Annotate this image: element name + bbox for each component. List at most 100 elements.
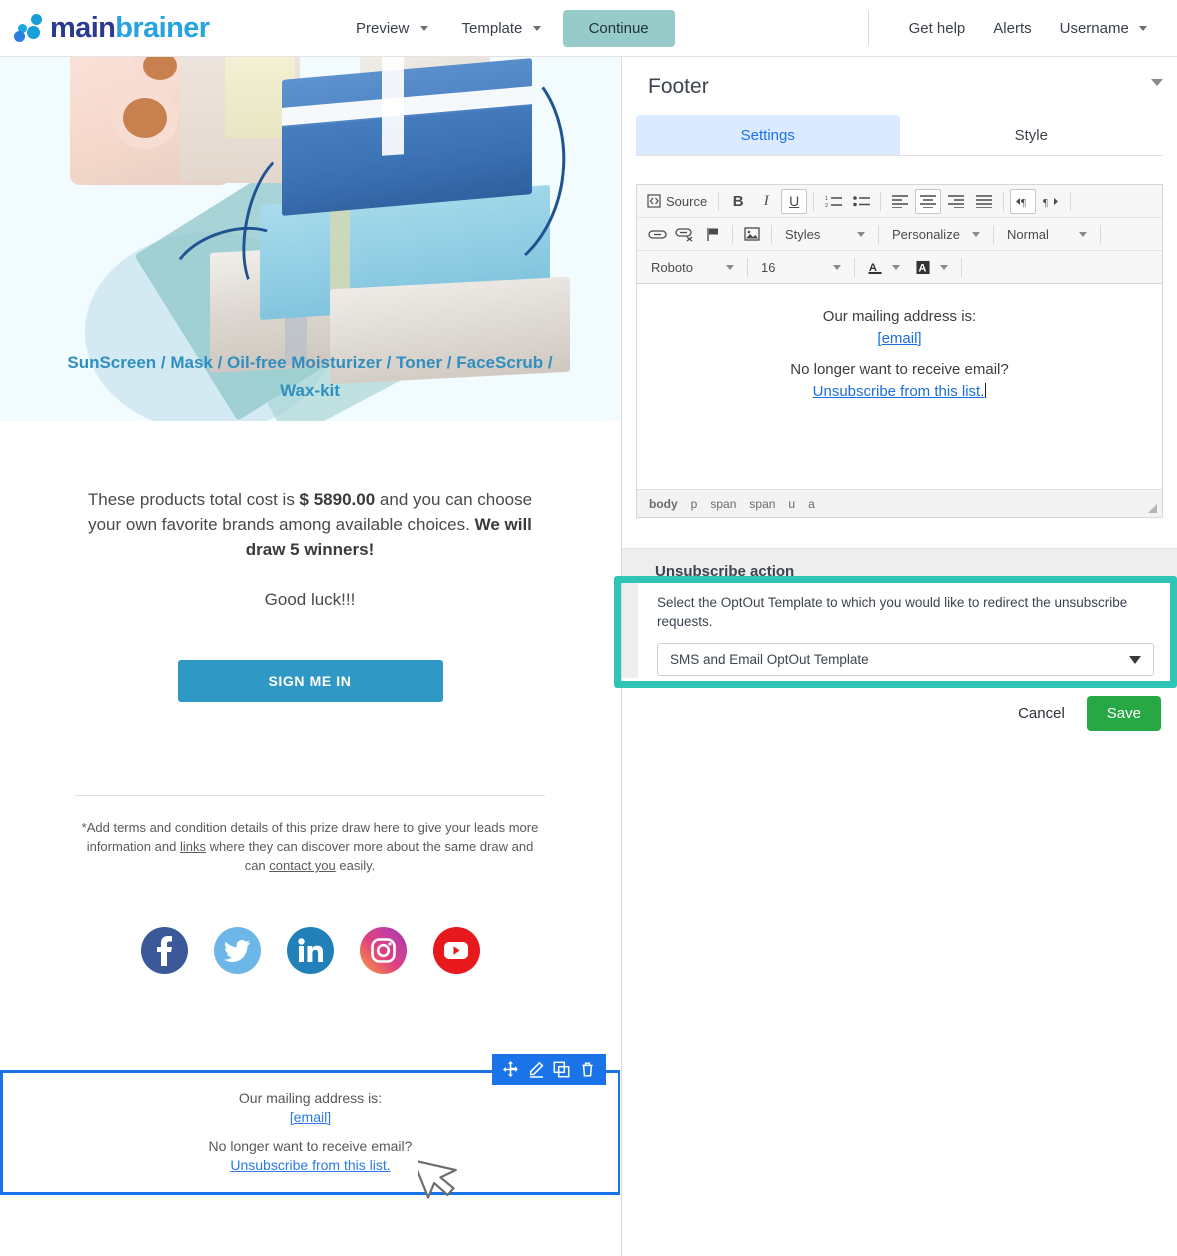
linkedin-icon[interactable]: [286, 927, 334, 974]
bold-icon[interactable]: B: [725, 189, 751, 214]
svg-text:¶: ¶: [1021, 197, 1026, 208]
move-icon[interactable]: [502, 1061, 519, 1078]
svg-text:1: 1: [825, 196, 828, 202]
continue-button[interactable]: Continue: [562, 9, 675, 47]
footer-mailing-address-label: Our mailing address is:: [238, 1090, 383, 1106]
chevron-down-icon: [419, 26, 428, 32]
element-path-body[interactable]: body: [649, 497, 678, 511]
text-direction-rtl-icon[interactable]: ¶: [1038, 189, 1064, 214]
background-color-dropdown[interactable]: A: [910, 255, 954, 280]
tab-style[interactable]: Style: [900, 115, 1164, 155]
element-path-p[interactable]: p: [691, 497, 698, 511]
svg-text:A: A: [918, 262, 926, 274]
svg-text:A: A: [869, 261, 877, 273]
toolbar-separator: [993, 224, 994, 244]
optout-template-select[interactable]: SMS and Email OptOut Template: [657, 643, 1154, 676]
editor-element-path: body p span span u a: [637, 489, 1162, 517]
selected-footer-block[interactable]: Our mailing address is: [email] No longe…: [0, 1070, 620, 1195]
toolbar-separator: [718, 191, 720, 211]
nav-item-get-help[interactable]: Get help: [897, 12, 978, 45]
element-path-span-2[interactable]: span: [749, 497, 775, 511]
image-icon[interactable]: [739, 222, 765, 247]
save-button[interactable]: Save: [1086, 696, 1161, 731]
instagram-icon[interactable]: [359, 927, 407, 974]
align-justify-icon[interactable]: [971, 189, 997, 214]
brand-logo[interactable]: mainbrainer: [14, 12, 344, 45]
section-divider: [75, 795, 545, 796]
anchor-flag-icon[interactable]: [700, 222, 726, 247]
product-list-text: SunScreen / Mask / Oil-free Moisturizer …: [67, 353, 553, 400]
footer-email-link[interactable]: [email]: [290, 1109, 331, 1125]
brand-name-sub: brainer: [115, 11, 210, 44]
personalize-dropdown[interactable]: Personalize: [886, 222, 986, 247]
align-center-icon[interactable]: [915, 188, 942, 214]
brand-name-main: main: [50, 11, 116, 44]
terms-link-links[interactable]: links: [180, 839, 206, 854]
edit-icon[interactable]: [528, 1061, 545, 1078]
element-path-a[interactable]: a: [808, 497, 815, 511]
font-family-dropdown[interactable]: Roboto: [645, 255, 740, 280]
rich-text-editor[interactable]: Source B I U 12 ¶ ¶ Styles Personalize N…: [636, 184, 1163, 518]
logo-dots-icon: [14, 13, 48, 43]
source-button[interactable]: Source: [643, 194, 713, 209]
primary-nav: Preview Template Continue: [344, 9, 675, 47]
unlink-icon[interactable]: [672, 222, 698, 247]
styles-dropdown[interactable]: Styles: [779, 222, 871, 247]
panel-action-buttons: Cancel Save: [622, 678, 1177, 731]
mouse-cursor: [411, 1150, 466, 1205]
toolbar-separator: [1003, 191, 1005, 211]
unsubscribe-action-section: Unsubscribe action Select the OptOut Tem…: [622, 548, 1177, 678]
nav-item-preview-label: Preview: [356, 19, 410, 37]
editor-content-area[interactable]: Our mailing address is: [email] No longe…: [637, 284, 1162, 489]
svg-text:2: 2: [825, 203, 828, 208]
panel-scroll-caret-icon[interactable]: [1151, 79, 1163, 86]
paragraph-format-dropdown[interactable]: Normal: [1001, 222, 1093, 247]
element-path-span-1[interactable]: span: [710, 497, 736, 511]
font-size-dropdown[interactable]: 16: [755, 255, 847, 280]
delete-icon[interactable]: [579, 1061, 596, 1078]
nav-item-preview[interactable]: Preview: [344, 12, 440, 45]
nav-item-alerts[interactable]: Alerts: [981, 12, 1043, 45]
toolbar-separator: [1070, 191, 1072, 211]
nav-item-username[interactable]: Username: [1048, 12, 1159, 45]
terms-paragraph: *Add terms and condition details of this…: [0, 818, 620, 875]
email-body-paragraph: These products total cost is $ 5890.00 a…: [0, 487, 620, 562]
paragraph-format-label: Normal: [1007, 226, 1049, 242]
numbered-list-icon[interactable]: 12: [820, 189, 846, 214]
twitter-icon[interactable]: [213, 927, 261, 974]
editor-spacer: [657, 350, 1142, 359]
link-icon[interactable]: [644, 222, 670, 247]
brand-wordmark: mainbrainer: [50, 11, 210, 45]
align-left-icon[interactable]: [887, 189, 913, 214]
text-direction-ltr-icon[interactable]: ¶: [1010, 188, 1037, 214]
underline-icon[interactable]: U: [781, 188, 808, 214]
bulleted-list-icon[interactable]: [848, 189, 874, 214]
hero-section: SunScreen / Mask / Oil-free Moisturizer …: [0, 57, 620, 421]
facebook-icon[interactable]: [140, 927, 188, 974]
personalize-dropdown-label: Personalize: [892, 226, 960, 242]
editor-resize-grip[interactable]: [1148, 504, 1157, 513]
source-button-label: Source: [666, 193, 708, 209]
youtube-icon[interactable]: [432, 927, 480, 974]
editor-mailing-address-label: Our mailing address is:: [822, 308, 977, 325]
footer-unsubscribe-link[interactable]: Unsubscribe from this list.: [230, 1157, 390, 1173]
optout-template-selected-value: SMS and Email OptOut Template: [670, 652, 869, 667]
element-path-u[interactable]: u: [788, 497, 795, 511]
cancel-button[interactable]: Cancel: [1014, 699, 1069, 728]
chevron-down-icon: [972, 231, 980, 237]
email-preview-canvas[interactable]: SunScreen / Mask / Oil-free Moisturizer …: [0, 57, 620, 1256]
editor-email-link[interactable]: [email]: [877, 330, 921, 347]
toolbar-separator: [880, 191, 882, 211]
chevron-down-icon: [857, 231, 865, 237]
editor-toolbar-row-3: Roboto 16 A A: [637, 251, 1162, 284]
duplicate-icon[interactable]: [553, 1061, 570, 1078]
editor-unsubscribe-link[interactable]: Unsubscribe from this list.: [813, 383, 985, 400]
tab-settings[interactable]: Settings: [636, 115, 900, 155]
nav-item-template[interactable]: Template: [450, 12, 553, 45]
sign-me-in-button[interactable]: SIGN ME IN: [177, 660, 443, 702]
text-color-dropdown[interactable]: A: [862, 255, 906, 280]
italic-icon[interactable]: I: [753, 189, 779, 214]
align-right-icon[interactable]: [943, 189, 969, 214]
toolbar-separator: [747, 257, 748, 277]
terms-link-contact-you[interactable]: contact you: [269, 858, 336, 873]
